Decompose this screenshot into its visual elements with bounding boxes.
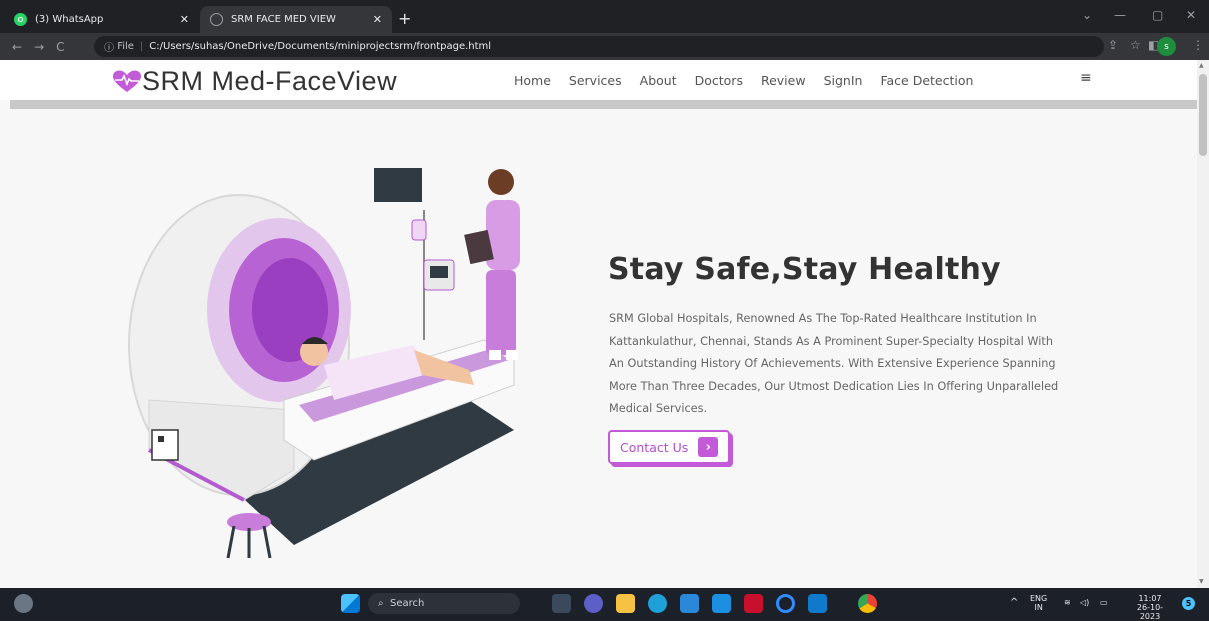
tray-overflow-icon[interactable]: ^: [1010, 598, 1018, 608]
file-explorer-icon[interactable]: [616, 594, 635, 613]
contact-us-button[interactable]: Contact Us ›: [608, 430, 731, 464]
windows-start-icon[interactable]: [341, 594, 360, 613]
new-tab-button[interactable]: +: [398, 9, 411, 28]
mri-illustration: [128, 168, 520, 559]
cortana-icon[interactable]: [776, 594, 795, 613]
close-tab-icon[interactable]: ✕: [180, 13, 189, 26]
site-logo[interactable]: SRM Med-FaceView: [112, 66, 397, 97]
close-window-icon[interactable]: ✕: [1186, 8, 1196, 22]
tab-search-icon[interactable]: ⌄: [1082, 8, 1092, 22]
chevron-right-icon: ›: [698, 437, 719, 457]
nav-home[interactable]: Home: [514, 73, 551, 88]
reload-icon[interactable]: C: [56, 40, 64, 54]
back-icon[interactable]: ←: [12, 40, 22, 54]
task-view-icon[interactable]: [552, 594, 571, 613]
hero-paragraph: SRM Global Hospitals, Renowned As The To…: [609, 312, 1059, 415]
vscode-icon[interactable]: [808, 594, 827, 613]
notification-badge[interactable]: 5: [1182, 597, 1195, 610]
scroll-down-icon[interactable]: ▼: [1199, 578, 1204, 585]
scheme-label: File: [117, 41, 134, 52]
nav-doctors[interactable]: Doctors: [695, 73, 743, 88]
clock-date: 26-10-2023: [1136, 603, 1164, 621]
taskbar-search[interactable]: ⌕ Search: [368, 593, 520, 614]
hero-title: Stay Safe,Stay Healthy: [608, 252, 1001, 287]
nav-face-detection[interactable]: Face Detection: [880, 73, 973, 88]
teams-chat-icon[interactable]: [584, 594, 603, 613]
nav-review[interactable]: Review: [761, 73, 806, 88]
chrome-icon[interactable]: [858, 594, 877, 613]
minimize-icon[interactable]: —: [1114, 8, 1126, 22]
language-code: ENG: [1030, 594, 1048, 603]
whatsapp-icon: [14, 13, 27, 26]
volume-icon[interactable]: ◁): [1080, 598, 1089, 607]
browser-toolbar: ← → C ⓘ File | C:/Users/suhas/OneDrive/D…: [0, 33, 1209, 60]
search-label: Search: [389, 598, 425, 609]
contact-us-label: Contact Us: [620, 439, 689, 455]
nav-about[interactable]: About: [640, 73, 677, 88]
restore-icon[interactable]: ▢: [1152, 8, 1163, 22]
nav-services[interactable]: Services: [569, 73, 622, 88]
mcafee-icon[interactable]: [744, 594, 763, 613]
forward-icon[interactable]: →: [34, 40, 44, 54]
scroll-thumb[interactable]: [1199, 74, 1207, 156]
close-tab-icon[interactable]: ✕: [373, 13, 382, 26]
header-divider-bar: [10, 100, 1197, 109]
windows-taskbar: ⌕ Search ^ ENG IN ≋ ◁) ▭ 11:07 26-10-202…: [0, 588, 1209, 621]
tab-title: (3) WhatsApp: [35, 14, 104, 25]
tab-whatsapp[interactable]: (3) WhatsApp ✕: [4, 6, 199, 33]
url-text: C:/Users/suhas/OneDrive/Documents/minipr…: [149, 41, 492, 52]
info-icon[interactable]: ⓘ: [104, 39, 114, 54]
divider: |: [139, 41, 144, 52]
main-nav: Home Services About Doctors Review SignI…: [514, 73, 973, 88]
page-viewport: SRM Med-FaceView Home Services About Doc…: [0, 60, 1209, 588]
tab-title: SRM FACE MED VIEW: [231, 14, 336, 25]
more-menu-icon[interactable]: ⋮: [1192, 38, 1204, 52]
page-scrollbar[interactable]: ▲ ▼: [1197, 60, 1209, 588]
language-indicator[interactable]: ENG IN: [1030, 594, 1047, 612]
address-bar[interactable]: ⓘ File | C:/Users/suhas/OneDrive/Documen…: [94, 36, 1104, 57]
edge-icon[interactable]: [648, 594, 667, 613]
battery-icon[interactable]: ▭: [1100, 598, 1108, 607]
clock[interactable]: 11:07 26-10-2023: [1128, 594, 1172, 621]
bookmark-star-icon[interactable]: ☆: [1130, 38, 1141, 52]
app-l-icon[interactable]: [712, 594, 731, 613]
clock-time: 11:07: [1138, 594, 1162, 603]
globe-icon: [210, 13, 223, 26]
scroll-up-icon[interactable]: ▲: [1199, 62, 1204, 69]
browser-tab-bar: (3) WhatsApp ✕ SRM FACE MED VIEW ✕ + ⌄ —…: [0, 0, 1209, 33]
weather-widget-icon[interactable]: [14, 594, 33, 613]
tab-srm-face-med-view[interactable]: SRM FACE MED VIEW ✕: [200, 6, 392, 33]
nav-signin[interactable]: SignIn: [824, 73, 863, 88]
store-icon[interactable]: [680, 594, 699, 613]
share-icon[interactable]: ⇪: [1108, 38, 1118, 52]
wifi-icon[interactable]: ≋: [1064, 598, 1071, 607]
hamburger-menu-icon[interactable]: ≡: [1080, 70, 1092, 86]
profile-avatar[interactable]: s: [1157, 37, 1176, 56]
logo-text: SRM Med-FaceView: [142, 66, 398, 96]
site-header: SRM Med-FaceView Home Services About Doc…: [0, 60, 1197, 100]
search-icon: ⌕: [378, 598, 384, 609]
region-code: IN: [1034, 603, 1043, 612]
heartbeat-heart-icon: [113, 70, 141, 92]
